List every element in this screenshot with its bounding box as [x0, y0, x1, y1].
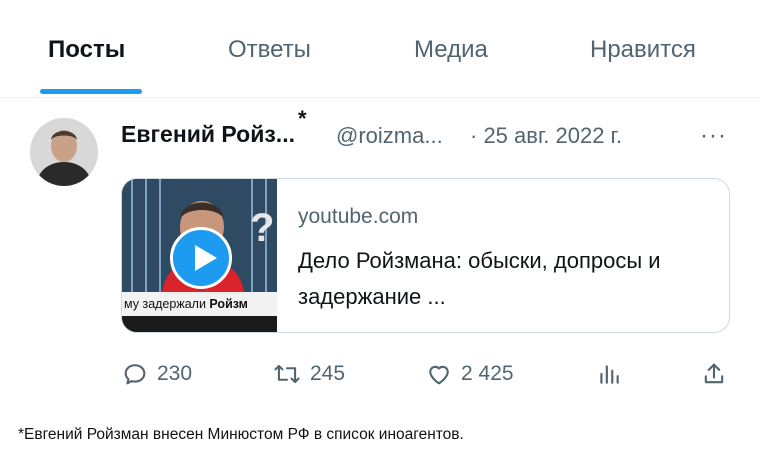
link-preview-card[interactable]: ? му задержали Ройзм youtube.com Дело Ро…	[121, 178, 730, 333]
share-icon	[704, 363, 724, 384]
footnote-text: *Евгений Ройзман внесен Минюстом РФ в сп…	[18, 426, 464, 443]
repost-count: 245	[310, 362, 346, 385]
link-domain: youtube.com	[298, 205, 419, 228]
avatar[interactable]	[30, 118, 98, 186]
author-handle[interactable]: @roizma...	[336, 123, 443, 149]
link-title: Дело Ройзмана: обыски, допросы и задержа…	[298, 248, 661, 309]
tab-replies[interactable]: Ответы	[228, 36, 311, 64]
tab-posts[interactable]: Посты	[48, 36, 125, 64]
like-count: 2 425	[461, 362, 514, 385]
analytics-icon	[600, 365, 619, 384]
more-options-icon[interactable]: ···	[700, 122, 727, 150]
post-date[interactable]: · 25 авг. 2022 г.	[470, 123, 622, 149]
svg-text:?: ?	[250, 206, 274, 250]
tab-likes[interactable]: Нравится	[590, 36, 696, 64]
avatar-photo-icon	[30, 118, 98, 186]
repost-icon	[274, 364, 300, 384]
play-icon[interactable]	[170, 227, 232, 289]
thumbnail-caption: му задержали Ройзм	[122, 292, 277, 316]
profile-tabs: Посты Ответы Медиа Нравится	[0, 0, 760, 98]
reply-icon	[124, 364, 146, 385]
like-button[interactable]: 2 425	[425, 359, 514, 389]
reply-button[interactable]: 230	[121, 359, 192, 389]
footnote-mark: *	[298, 106, 307, 131]
repost-button[interactable]: 245	[272, 359, 345, 389]
share-button[interactable]	[700, 359, 728, 389]
active-tab-indicator	[40, 89, 142, 94]
heart-icon	[429, 365, 449, 385]
reply-count: 230	[157, 362, 193, 385]
author-name[interactable]: Евгений Ройз...	[121, 121, 295, 148]
tab-media[interactable]: Медиа	[414, 36, 488, 64]
video-thumbnail[interactable]: ? му задержали Ройзм	[122, 179, 277, 332]
views-button[interactable]	[596, 359, 622, 389]
